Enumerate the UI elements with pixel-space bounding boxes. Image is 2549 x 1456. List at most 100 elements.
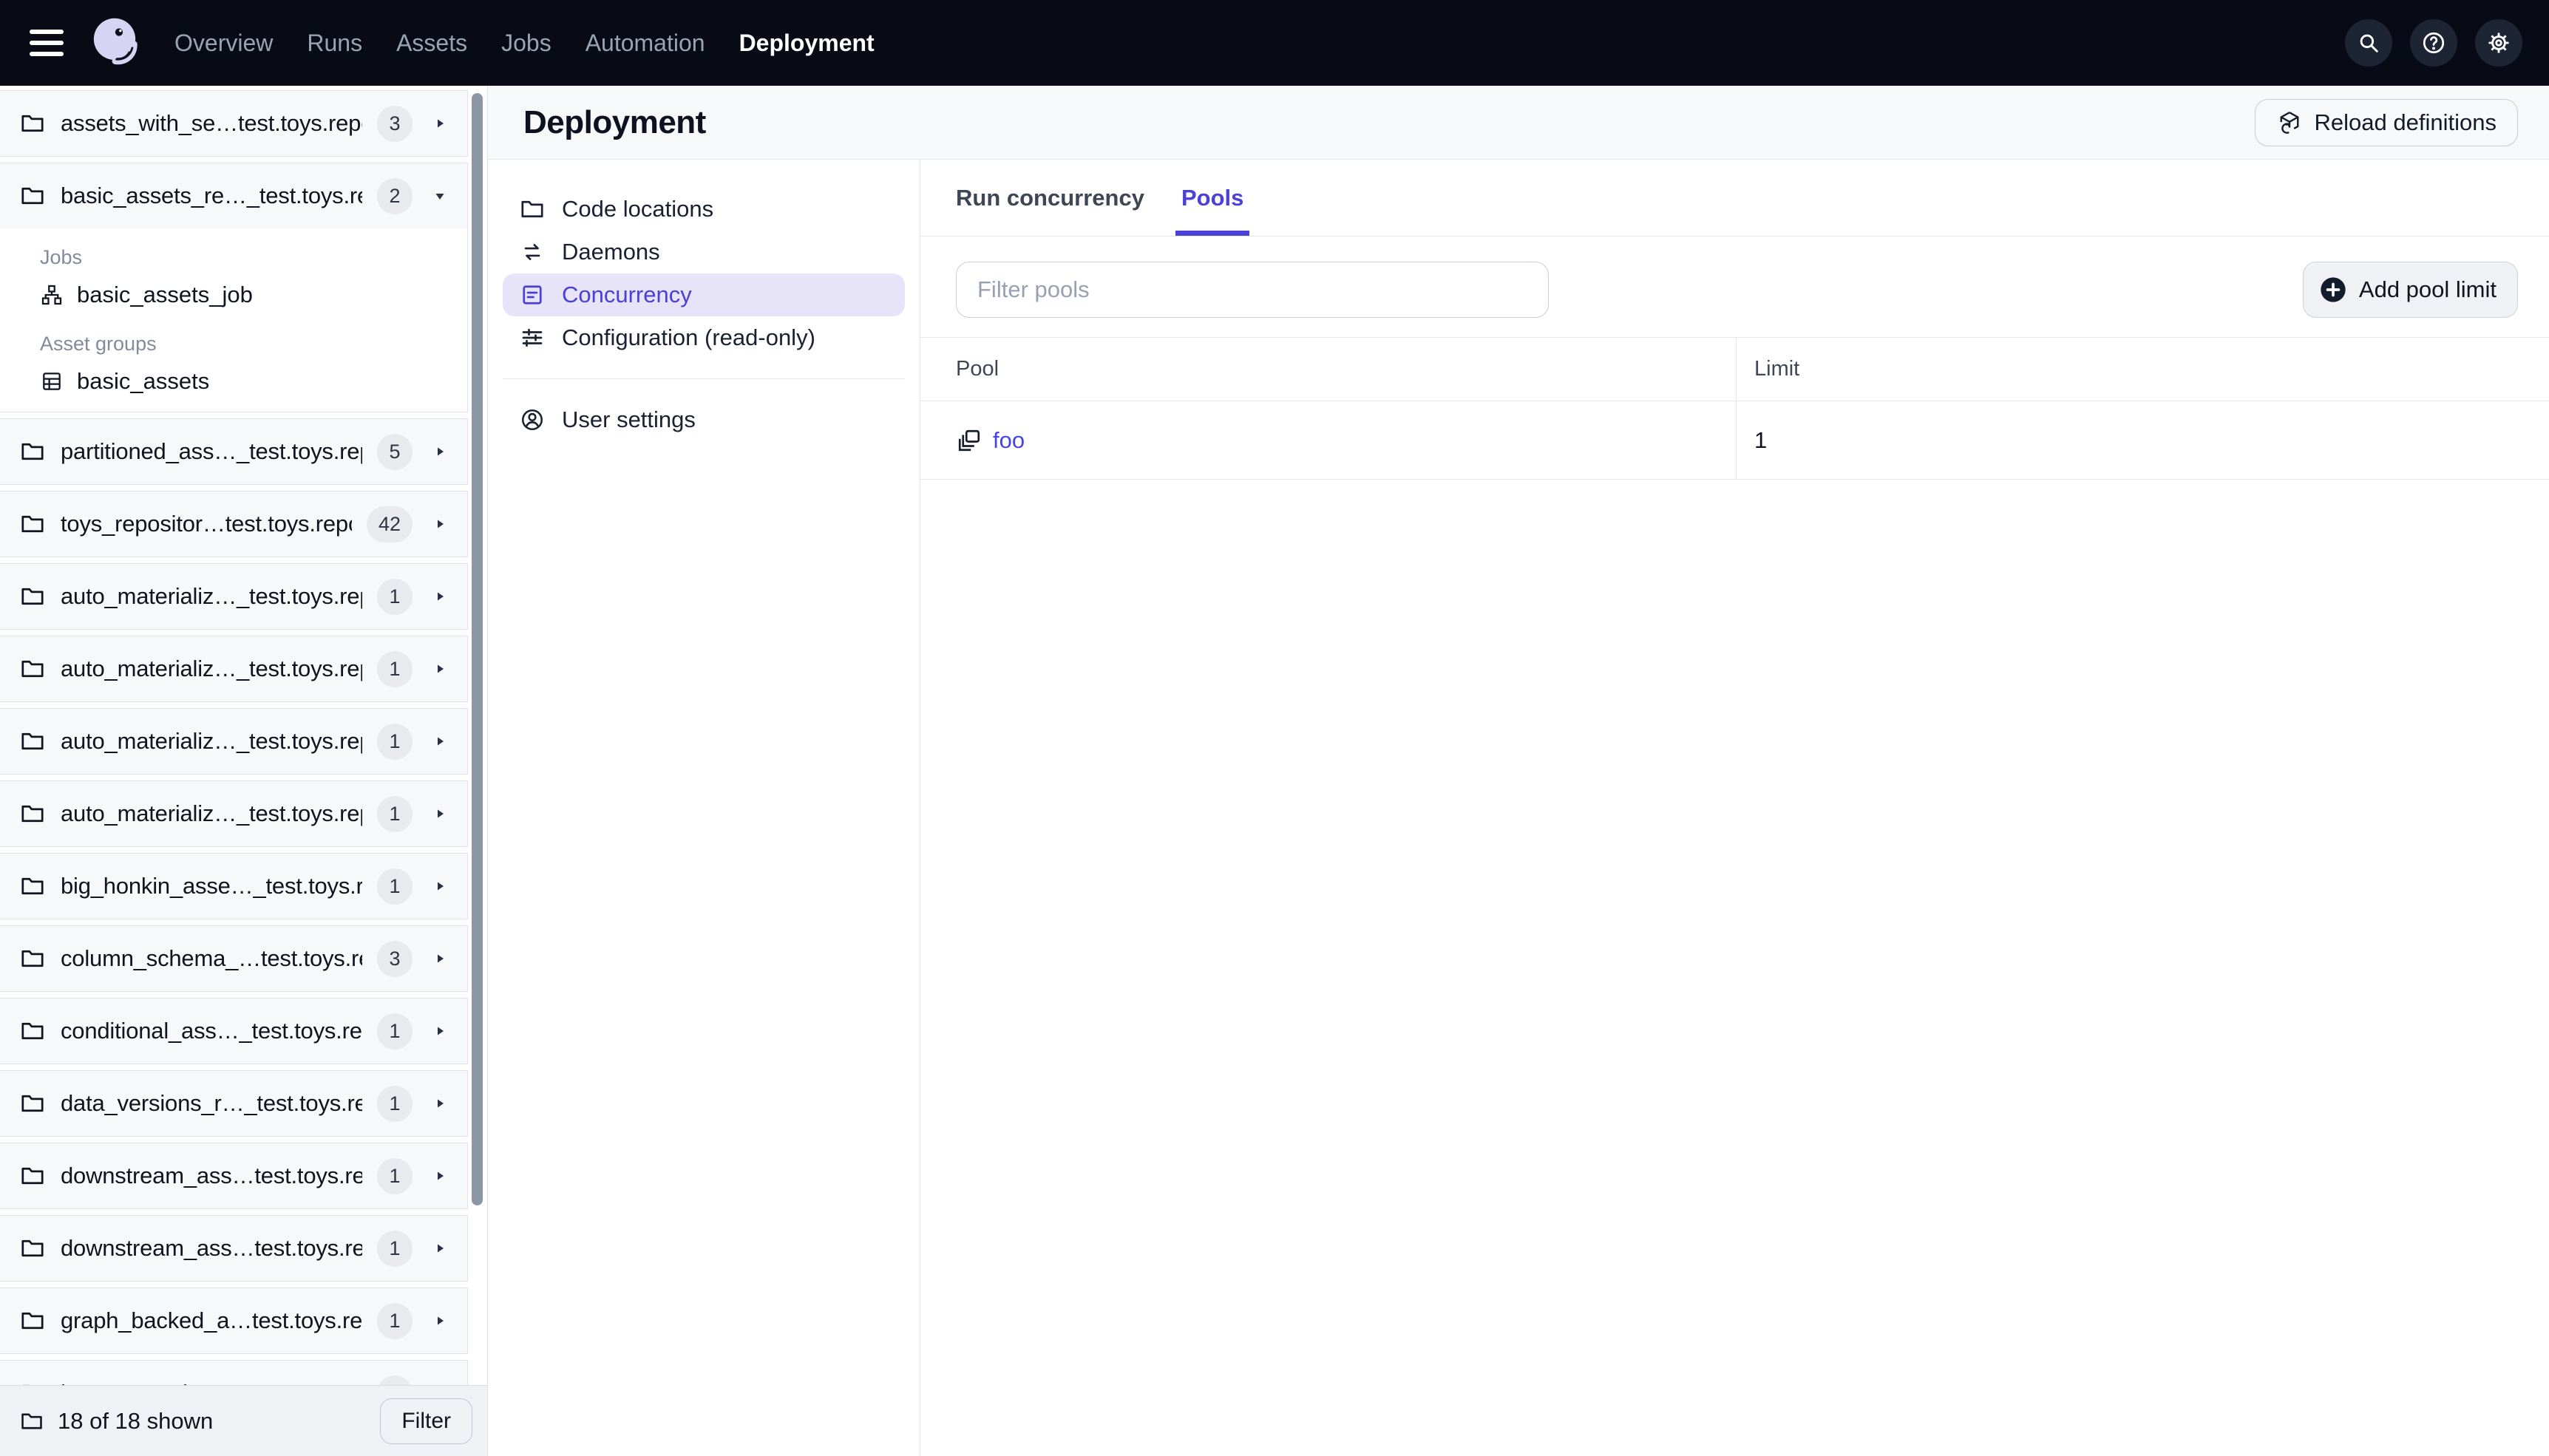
chevron-right-icon[interactable]: [427, 1018, 452, 1044]
nav-item-concurrency[interactable]: Concurrency: [503, 273, 905, 316]
folder-icon: [519, 196, 546, 222]
code-location-name: graph_backed_a…test.toys.repo: [61, 1307, 362, 1333]
code-location-row[interactable]: basic_assets_re…_test.toys.rep 2: [0, 163, 467, 228]
chevron-right-icon[interactable]: [427, 1091, 452, 1116]
code-location-card: graph_backed_a…test.toys.repo 1: [0, 1287, 468, 1354]
tab-pools[interactable]: Pools: [1175, 160, 1250, 236]
code-location-name: partitioned_ass…_test.toys.rep: [61, 438, 362, 464]
count-badge: 42: [366, 506, 413, 542]
nav-item-code-locations[interactable]: Code locations: [503, 188, 905, 231]
code-location-card: auto_materializ…_test.toys.repo 1: [0, 636, 468, 702]
nav-runs[interactable]: Runs: [307, 30, 362, 57]
concurrency-icon: [519, 282, 546, 308]
code-location-name: auto_materializ…_test.toys.repo: [61, 583, 362, 609]
code-location-card: toys_repositor…test.toys.repo 42: [0, 491, 468, 557]
nav-item-configuration[interactable]: Configuration (read-only): [503, 316, 905, 359]
code-location-row[interactable]: downstream_ass…test.toys.rep 1: [0, 1216, 467, 1281]
table-row: foo 1: [920, 401, 2549, 480]
daemons-icon: [519, 239, 546, 265]
count-badge: 2: [377, 177, 413, 214]
folder-icon: [19, 583, 46, 610]
code-location-row[interactable]: assets_with_se…test.toys.repo 3: [0, 91, 467, 156]
chevron-right-icon[interactable]: [427, 1163, 452, 1188]
nav-item-label: User settings: [562, 406, 696, 432]
chevron-right-icon[interactable]: [427, 801, 452, 826]
code-location-row[interactable]: downstream_ass…test.toys.rep 1: [0, 1143, 467, 1208]
pools-table: Pool Limit foo 1: [920, 337, 2549, 480]
main-area: Deployment Reload definitions Code locat…: [488, 86, 2549, 1456]
asset-group-name: basic_assets: [77, 368, 210, 394]
chevron-right-icon[interactable]: [427, 729, 452, 754]
code-location-row[interactable]: long_asset_keys_…test.toys.rep 1: [0, 1361, 467, 1385]
chevron-right-icon[interactable]: [427, 946, 452, 971]
nav-item-label: Code locations: [562, 196, 714, 222]
pool-link[interactable]: foo: [956, 427, 1025, 454]
nav-assets[interactable]: Assets: [396, 30, 467, 57]
code-location-name: long_asset_keys_…test.toys.rep: [61, 1380, 362, 1385]
primary-nav: Overview Runs Assets Jobs Automation Dep…: [174, 30, 875, 57]
folder-icon: [19, 1409, 44, 1434]
code-locations-sidebar: assets_with_se…test.toys.repo 3 basic_as…: [0, 86, 488, 1456]
help-icon: [2420, 30, 2447, 56]
code-location-card: data_versions_r…_test.toys.rep 1: [0, 1070, 468, 1137]
chevron-right-icon[interactable]: [427, 656, 452, 681]
count-badge: 1: [377, 1013, 413, 1050]
add-pool-limit-button[interactable]: Add pool limit: [2302, 262, 2518, 318]
code-location-row[interactable]: toys_repositor…test.toys.repo 42: [0, 491, 467, 557]
folder-icon: [19, 728, 46, 755]
hamburger-menu-icon[interactable]: [30, 30, 64, 56]
code-location-row[interactable]: partitioned_ass…_test.toys.rep 5: [0, 419, 467, 484]
chevron-right-icon[interactable]: [427, 1236, 452, 1261]
code-location-card: long_asset_keys_…test.toys.rep 1: [0, 1360, 468, 1385]
code-location-row[interactable]: auto_materializ…_test.toys.repo 1: [0, 709, 467, 774]
chevron-down-icon[interactable]: [427, 183, 452, 208]
chevron-right-icon[interactable]: [427, 111, 452, 136]
code-location-row[interactable]: graph_backed_a…test.toys.repo 1: [0, 1288, 467, 1353]
jobs-section-label: Jobs: [40, 246, 83, 268]
folder-icon: [19, 511, 46, 537]
count-badge: 3: [377, 940, 413, 977]
sidebar-scrollbar[interactable]: [472, 93, 483, 1205]
asset-group-item[interactable]: basic_assets: [0, 361, 467, 401]
code-location-row[interactable]: auto_materializ…_test.toys.repo 1: [0, 781, 467, 846]
column-header-pool: Pool: [920, 338, 1737, 401]
chevron-right-icon[interactable]: [427, 584, 452, 609]
pool-name: foo: [993, 426, 1025, 453]
add-pool-limit-label: Add pool limit: [2358, 276, 2497, 302]
nav-item-user-settings[interactable]: User settings: [503, 398, 905, 441]
code-location-name: auto_materializ…_test.toys.repo: [61, 656, 362, 681]
deployment-nav: Code locations Daemons Concurrency Confi…: [488, 160, 920, 1456]
chevron-right-icon[interactable]: [427, 439, 452, 464]
nav-deployment[interactable]: Deployment: [739, 30, 875, 57]
chevron-right-icon[interactable]: [427, 874, 452, 899]
concurrency-tabs: Run concurrency Pools: [920, 160, 2549, 237]
settings-button[interactable]: [2475, 19, 2522, 67]
code-location-row[interactable]: column_schema_…test.toys.rep 3: [0, 926, 467, 991]
nav-overview[interactable]: Overview: [174, 30, 273, 57]
code-location-row[interactable]: auto_materializ…_test.toys.repo 1: [0, 564, 467, 629]
reload-definitions-button[interactable]: Reload definitions: [2254, 98, 2518, 146]
job-item[interactable]: basic_assets_job: [0, 275, 467, 315]
expanded-section: Jobs basic_assets_job Asset groups basic…: [0, 228, 467, 412]
chevron-right-icon[interactable]: [427, 511, 452, 537]
tab-run-concurrency[interactable]: Run concurrency: [956, 160, 1144, 236]
search-button[interactable]: [2345, 19, 2392, 67]
nav-jobs[interactable]: Jobs: [501, 30, 551, 57]
code-location-row[interactable]: conditional_ass…_test.toys.repo 1: [0, 999, 467, 1064]
chevron-right-icon[interactable]: [427, 1308, 452, 1333]
nav-automation[interactable]: Automation: [586, 30, 705, 57]
help-button[interactable]: [2410, 19, 2457, 67]
dagster-logo-icon[interactable]: [84, 13, 145, 73]
filter-pools-input[interactable]: [956, 262, 1549, 318]
nav-item-daemons[interactable]: Daemons: [503, 231, 905, 273]
folder-icon: [19, 1163, 46, 1189]
code-location-name: conditional_ass…_test.toys.repo: [61, 1018, 362, 1044]
gear-icon: [2485, 30, 2512, 56]
code-location-list: assets_with_se…test.toys.repo 3 basic_as…: [0, 86, 468, 1385]
code-location-row[interactable]: big_honkin_asse…_test.toys.rep 1: [0, 854, 467, 919]
count-badge: 1: [377, 578, 413, 615]
filter-button[interactable]: Filter: [380, 1398, 472, 1444]
code-location-row[interactable]: auto_materializ…_test.toys.repo 1: [0, 636, 467, 701]
code-location-row[interactable]: data_versions_r…_test.toys.rep 1: [0, 1071, 467, 1136]
code-location-card: assets_with_se…test.toys.repo 3: [0, 90, 468, 157]
